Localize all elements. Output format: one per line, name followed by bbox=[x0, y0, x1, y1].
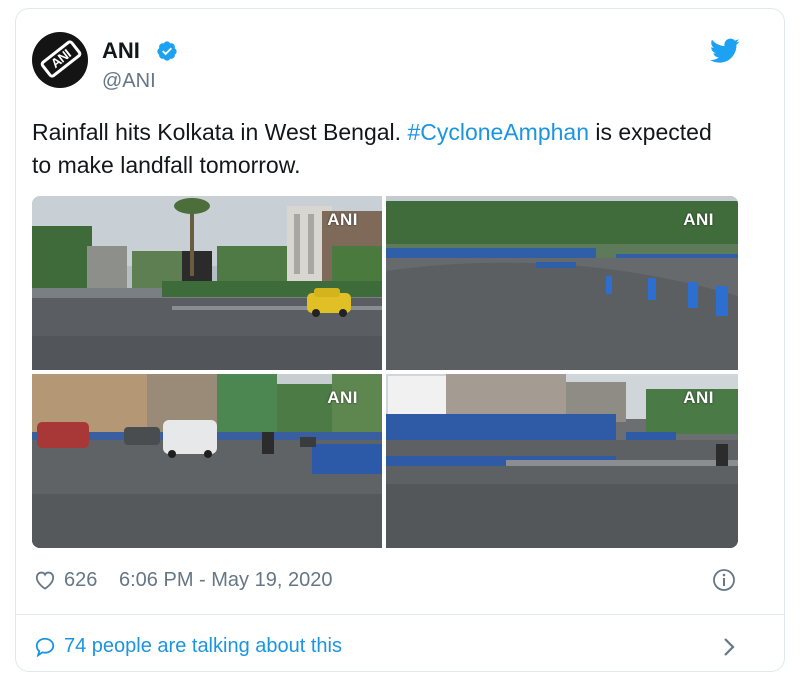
photo-1[interactable]: ANI bbox=[32, 196, 382, 370]
conversation-label[interactable]: 74 people are talking about this bbox=[64, 635, 342, 658]
hashtag-link[interactable]: #CycloneAmphan bbox=[407, 119, 589, 145]
watermark: ANI bbox=[327, 210, 358, 229]
tweet-text-part: Rainfall hits Kolkata in West Bengal. bbox=[32, 119, 408, 145]
watermark: ANI bbox=[683, 388, 714, 407]
like-count[interactable]: 626 bbox=[64, 569, 97, 592]
author-name[interactable]: ANI bbox=[102, 38, 140, 64]
heart-icon[interactable] bbox=[34, 570, 56, 590]
media-grid: ANI ANI ANI ANI bbox=[32, 196, 738, 548]
verified-badge-icon bbox=[157, 41, 177, 61]
watermark: ANI bbox=[327, 388, 358, 407]
divider bbox=[16, 614, 784, 615]
photo-3[interactable]: ANI bbox=[32, 374, 382, 548]
conversation-link[interactable]: 74 people are talking about this bbox=[32, 632, 742, 662]
watermark: ANI bbox=[683, 210, 714, 229]
photo-2[interactable]: ANI bbox=[386, 196, 738, 370]
speech-bubble-icon bbox=[35, 637, 55, 658]
info-icon[interactable] bbox=[712, 568, 736, 592]
chevron-right-icon[interactable] bbox=[722, 636, 736, 658]
tweet-text: Rainfall hits Kolkata in West Bengal. #C… bbox=[32, 116, 732, 182]
avatar-logo: ANI bbox=[39, 38, 83, 80]
author-handle[interactable]: @ANI bbox=[102, 70, 156, 93]
tweet-footer: 626 6:06 PM - May 19, 2020 bbox=[32, 566, 742, 596]
timestamp[interactable]: 6:06 PM - May 19, 2020 bbox=[119, 569, 332, 592]
twitter-bird-icon[interactable] bbox=[710, 38, 740, 64]
avatar[interactable]: ANI bbox=[32, 32, 88, 88]
photo-4[interactable]: ANI bbox=[386, 374, 738, 548]
